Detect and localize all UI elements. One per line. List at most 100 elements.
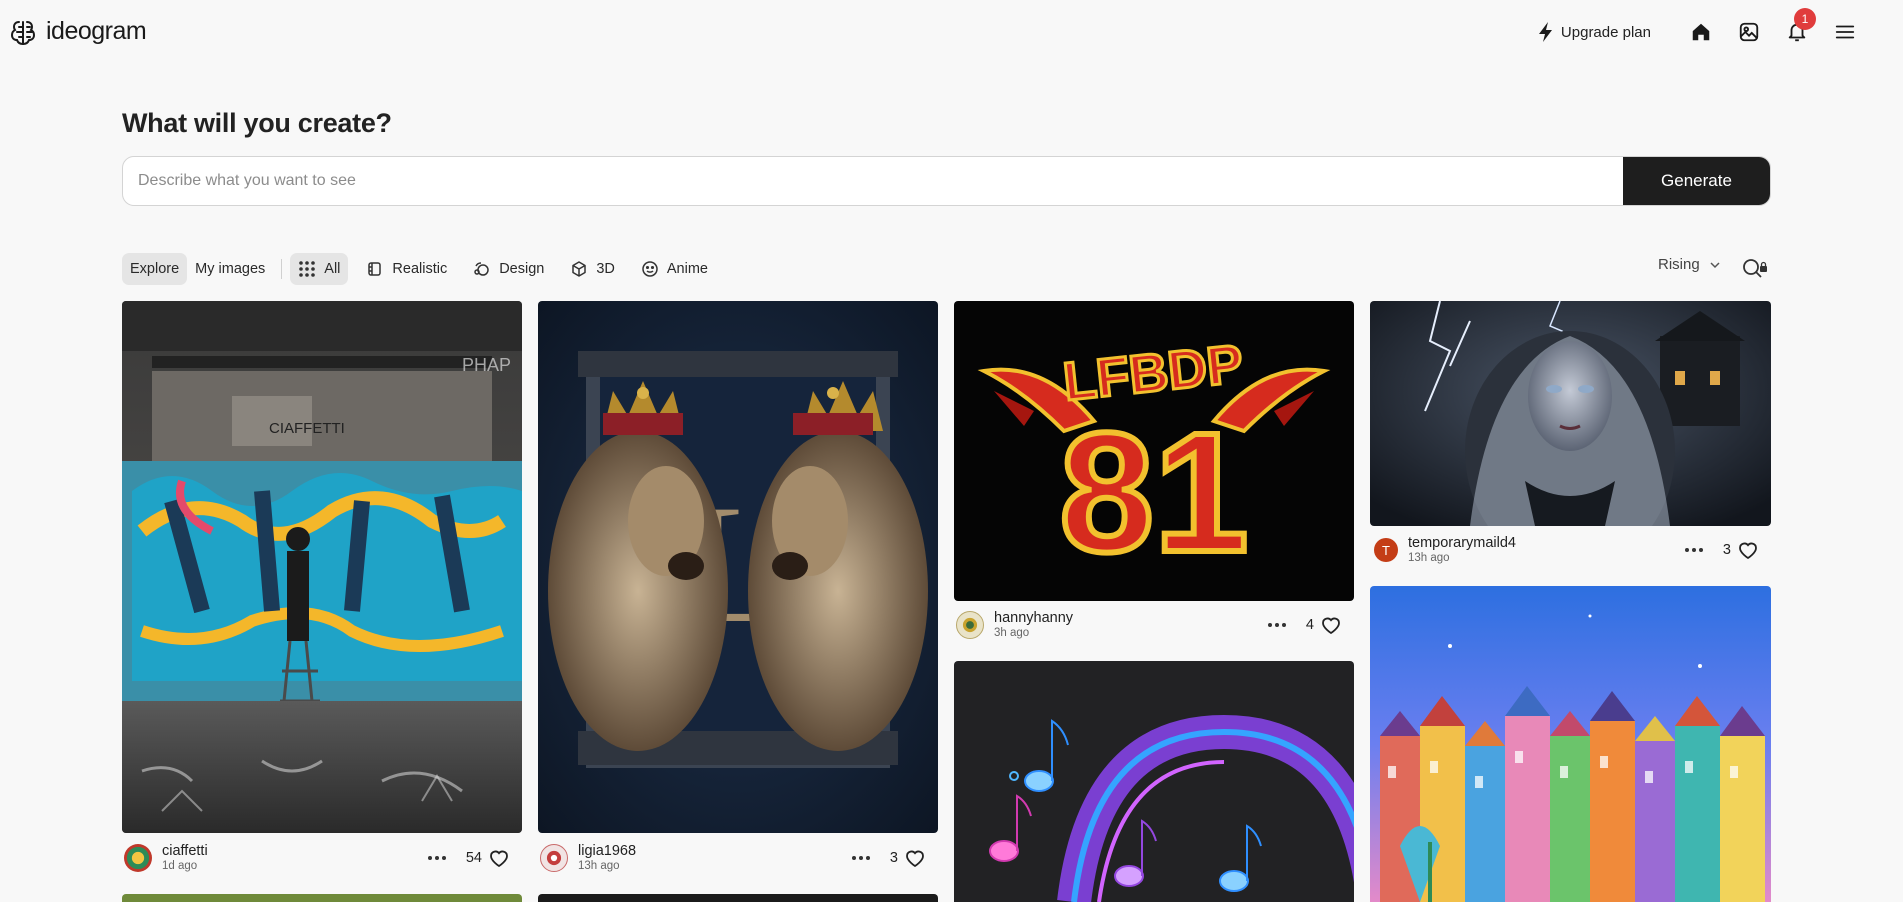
- avatar[interactable]: T: [1374, 538, 1398, 562]
- like-count: 54: [465, 850, 482, 866]
- filter-anime-label: Anime: [666, 261, 708, 277]
- timestamp: 3h ago: [994, 626, 1030, 639]
- image-card[interactable]: L ligia1968 13h ago 3: [538, 301, 938, 872]
- card-meta: hannyhanny 3h ago 4: [954, 607, 1354, 643]
- gothic-woman-image: [1370, 301, 1771, 526]
- like-count: 4: [1305, 617, 1314, 633]
- tab-explore-label: Explore: [130, 261, 180, 277]
- timestamp: 1d ago: [162, 859, 198, 872]
- timestamp: 13h ago: [1408, 551, 1450, 564]
- home-button[interactable]: [1677, 14, 1725, 50]
- image-card[interactable]: CIAFFETTI PHAP ciaffetti 1d ago 54: [122, 301, 522, 872]
- image-card[interactable]: [954, 661, 1354, 902]
- badge-icon: [962, 617, 978, 633]
- filter-all[interactable]: All: [290, 253, 349, 285]
- camera-roll-icon: [368, 262, 382, 276]
- generated-image[interactable]: LFBDP 81: [954, 301, 1354, 601]
- more-options-icon[interactable]: [1683, 542, 1705, 558]
- avatar-initial: T: [1382, 542, 1390, 558]
- tab-my-images[interactable]: My images: [187, 253, 273, 285]
- filter-design-label: Design: [499, 261, 545, 277]
- heart-icon[interactable]: [1320, 615, 1342, 635]
- prompt-input[interactable]: [123, 157, 1623, 205]
- heart-icon[interactable]: [904, 848, 926, 868]
- graffiti-image: CIAFFETTI PHAP: [122, 301, 522, 833]
- generated-image[interactable]: CIAFFETTI PHAP: [122, 301, 522, 833]
- chevron-down-icon: [1710, 261, 1720, 268]
- generated-image[interactable]: [122, 894, 522, 902]
- lions-image: L: [538, 301, 938, 833]
- palette-icon: [474, 262, 489, 276]
- page-title: What will you create?: [122, 108, 392, 138]
- tab-explore[interactable]: Explore: [122, 253, 188, 285]
- image-card[interactable]: LFBDP 81 hannyhanny 3h ago 4: [954, 301, 1354, 647]
- generated-image[interactable]: [1370, 301, 1771, 526]
- username[interactable]: hannyhanny: [994, 611, 1073, 626]
- notifications-button[interactable]: 1: [1773, 8, 1821, 50]
- smiley-icon: [642, 261, 658, 277]
- image-card[interactable]: [1370, 586, 1771, 902]
- more-options-icon[interactable]: [850, 850, 872, 866]
- heart-icon[interactable]: [1737, 540, 1759, 560]
- ideogram-logo-icon: [10, 20, 36, 45]
- filter-realistic-label: Realistic: [392, 261, 448, 277]
- notification-badge: 1: [1794, 8, 1816, 30]
- home-icon: [1692, 23, 1710, 41]
- colorful-houses-image: [1370, 586, 1771, 902]
- more-options-icon[interactable]: [426, 850, 448, 866]
- filter-all-label: All: [324, 261, 341, 277]
- image-card[interactable]: T temporarymaild4 13h ago 3: [1370, 301, 1771, 571]
- filter-bar: Explore My images All Realistic Design 3…: [122, 253, 716, 285]
- cube-icon: [572, 261, 587, 277]
- grid-icon: [299, 261, 316, 277]
- gallery-button[interactable]: [1725, 14, 1773, 50]
- avatar[interactable]: [540, 844, 568, 872]
- generated-image[interactable]: L: [538, 301, 938, 833]
- prompt-bar: Generate: [122, 156, 1771, 206]
- graffiti-sign-text: CIAFFETTI: [269, 420, 345, 437]
- crest-icon: [546, 850, 562, 866]
- search-lock-icon: [1743, 259, 1767, 278]
- generated-image[interactable]: [1370, 586, 1771, 902]
- generated-image[interactable]: [954, 661, 1354, 902]
- image-card[interactable]: [538, 894, 938, 902]
- upgrade-plan-label: Upgrade plan: [1560, 23, 1651, 41]
- card-meta: T temporarymaild4 13h ago 3: [1370, 532, 1771, 568]
- filter-design[interactable]: Design: [465, 253, 552, 285]
- username[interactable]: temporarymaild4: [1408, 536, 1516, 551]
- svg-text:PHAP: PHAP: [462, 355, 511, 375]
- like-count: 3: [1722, 542, 1731, 558]
- lightning-icon: [1538, 22, 1552, 42]
- tab-my-images-label: My images: [195, 261, 266, 277]
- card-meta: ciaffetti 1d ago 54: [122, 840, 522, 876]
- username[interactable]: ciaffetti: [162, 844, 208, 859]
- filter-3d[interactable]: 3D: [562, 253, 623, 285]
- menu-button[interactable]: [1821, 14, 1869, 50]
- generate-button[interactable]: Generate: [1623, 157, 1770, 205]
- sort-dropdown[interactable]: Rising: [1658, 256, 1722, 273]
- filter-realistic[interactable]: Realistic: [358, 253, 455, 285]
- like-count: 3: [889, 850, 898, 866]
- image-card[interactable]: [122, 894, 522, 902]
- card-meta: ligia1968 13h ago 3: [538, 840, 938, 876]
- logo-text: ideogram: [46, 17, 147, 45]
- filter-divider: [281, 259, 283, 279]
- timestamp: 13h ago: [578, 859, 620, 872]
- menu-icon: [1835, 25, 1855, 39]
- avatar[interactable]: [124, 844, 152, 872]
- generated-image[interactable]: [538, 894, 938, 902]
- gallery-icon: [1739, 22, 1759, 42]
- avatar[interactable]: [956, 611, 984, 639]
- neon-headphones-image: [954, 661, 1354, 902]
- filter-anime[interactable]: Anime: [633, 253, 716, 285]
- heart-icon[interactable]: [488, 848, 510, 868]
- logo-number: 81: [1059, 398, 1248, 588]
- logo[interactable]: ideogram: [10, 17, 147, 46]
- search-button[interactable]: [1741, 257, 1771, 281]
- filter-3d-label: 3D: [596, 261, 615, 277]
- more-options-icon[interactable]: [1266, 617, 1288, 633]
- upgrade-plan-button[interactable]: Upgrade plan: [1537, 21, 1651, 43]
- lfbdp-logo-image: LFBDP 81: [954, 301, 1354, 601]
- username[interactable]: ligia1968: [578, 844, 636, 859]
- top-bar: ideogram Upgrade plan 1: [0, 0, 1903, 64]
